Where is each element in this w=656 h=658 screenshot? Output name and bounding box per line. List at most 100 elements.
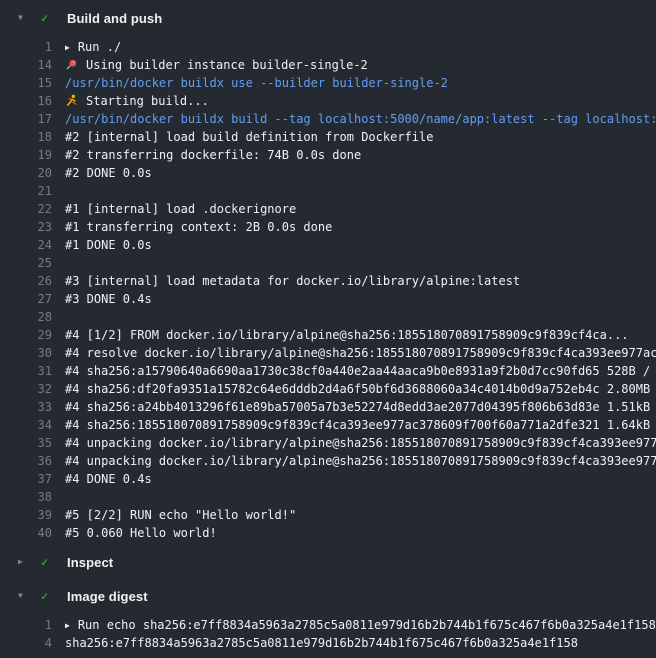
workflow-log-viewer: ▼ ✓ Build and push 1 ▶Run ./ 14 Using bu…: [0, 0, 656, 658]
line-text: #5 0.060 Hello world!: [65, 524, 656, 542]
line-text: #4 sha256:185518070891758909c9f839cf4ca3…: [65, 416, 656, 434]
line-number[interactable]: 19: [0, 146, 52, 164]
line-text-content: Starting build...: [86, 94, 209, 108]
line-text-content: #4 sha256:df20fa9351a15782c64e6dddb2d4a6…: [65, 382, 656, 396]
log-line: 40 #5 0.060 Hello world!: [0, 524, 656, 542]
line-number[interactable]: 1: [0, 38, 52, 56]
line-number[interactable]: 22: [0, 200, 52, 218]
line-number[interactable]: 34: [0, 416, 52, 434]
log-line: 21: [0, 182, 656, 200]
line-number[interactable]: 16: [0, 92, 52, 110]
line-text: #5 [2/2] RUN echo "Hello world!": [65, 506, 656, 524]
log-line: 27 #3 DONE 0.4s: [0, 290, 656, 308]
log-line: 23 #1 transferring context: 2B 0.0s done: [0, 218, 656, 236]
line-text-content: Run ./: [78, 40, 121, 54]
line-number[interactable]: 37: [0, 470, 52, 488]
chevron-icon[interactable]: ▶: [18, 558, 31, 566]
line-number[interactable]: 28: [0, 308, 52, 326]
line-text-content: #1 [internal] load .dockerignore: [65, 202, 296, 216]
section-header[interactable]: ▼ ✓ Image digest: [0, 582, 656, 610]
line-number[interactable]: 1: [0, 616, 52, 634]
line-text: #3 DONE 0.4s: [65, 290, 656, 308]
log-line: 39 #5 [2/2] RUN echo "Hello world!": [0, 506, 656, 524]
line-text-content: #4 unpacking docker.io/library/alpine@sh…: [65, 454, 656, 468]
line-number[interactable]: 4: [0, 634, 52, 652]
log-line: 32 #4 sha256:df20fa9351a15782c64e6dddb2d…: [0, 380, 656, 398]
line-number[interactable]: 39: [0, 506, 52, 524]
line-text: #3 [internal] load metadata for docker.i…: [65, 272, 656, 290]
line-text: sha256:e7ff8834a5963a2785c5a0811e979d16b…: [65, 634, 656, 652]
log-line: 37 #4 DONE 0.4s: [0, 470, 656, 488]
log-line: 25: [0, 254, 656, 272]
line-text: #2 DONE 0.0s: [65, 164, 656, 182]
line-text: #1 transferring context: 2B 0.0s done: [65, 218, 656, 236]
line-number[interactable]: 31: [0, 362, 52, 380]
line-text: #4 [1/2] FROM docker.io/library/alpine@s…: [65, 326, 656, 344]
line-number[interactable]: 27: [0, 290, 52, 308]
log-line: 1 ▶ Run ./: [0, 38, 656, 56]
line-text-content: #4 DONE 0.4s: [65, 472, 152, 486]
run-group-arrow-icon[interactable]: ▶: [65, 617, 70, 634]
line-text-content: /usr/bin/docker buildx build --tag local…: [65, 112, 656, 126]
log-section: ▶ ✓ Inspect: [0, 548, 656, 576]
line-text-content: Using builder instance builder-single-2: [86, 58, 368, 72]
line-number[interactable]: 24: [0, 236, 52, 254]
log-line: 29 #4 [1/2] FROM docker.io/library/alpin…: [0, 326, 656, 344]
line-number[interactable]: 32: [0, 380, 52, 398]
line-text-content: #1 transferring context: 2B 0.0s done: [65, 220, 332, 234]
log-line: 17 /usr/bin/docker buildx build --tag lo…: [0, 110, 656, 128]
log-section: ▼ ✓ Build and push 1 ▶ Run ./ 14 Using bu…: [0, 4, 656, 542]
log-line: 38: [0, 488, 656, 506]
line-text-content: Run echo sha256:e7ff8834a5963a2785c5a081…: [78, 618, 656, 632]
line-text-content: #2 DONE 0.0s: [65, 166, 152, 180]
line-number[interactable]: 26: [0, 272, 52, 290]
line-number[interactable]: 40: [0, 524, 52, 542]
line-number[interactable]: 18: [0, 128, 52, 146]
line-text: ▶ Run ./: [65, 38, 656, 56]
run-group-arrow-icon[interactable]: ▶: [65, 39, 70, 56]
log-line: 4 sha256:e7ff8834a5963a2785c5a0811e979d1…: [0, 634, 656, 652]
line-number[interactable]: 29: [0, 326, 52, 344]
section-header[interactable]: ▶ ✓ Inspect: [0, 548, 656, 576]
line-text: #4 resolve docker.io/library/alpine@sha2…: [65, 344, 656, 362]
line-text: #4 DONE 0.4s: [65, 470, 656, 488]
log-line: 31 #4 sha256:a15790640a6690aa1730c38cf0a…: [0, 362, 656, 380]
runner-icon: [65, 94, 79, 107]
line-number[interactable]: 23: [0, 218, 52, 236]
log-line: 18 #2 [internal] load build definition f…: [0, 128, 656, 146]
line-number[interactable]: 17: [0, 110, 52, 128]
line-number[interactable]: 35: [0, 434, 52, 452]
line-text: [65, 182, 656, 200]
line-number[interactable]: 20: [0, 164, 52, 182]
line-text: Using builder instance builder-single-2: [65, 56, 656, 74]
log-line: 14 Using builder instance builder-single…: [0, 56, 656, 74]
line-number[interactable]: 38: [0, 488, 52, 506]
line-text: #4 sha256:a15790640a6690aa1730c38cf0a440…: [65, 362, 656, 380]
section-header[interactable]: ▼ ✓ Build and push: [0, 4, 656, 32]
line-text-content: /usr/bin/docker buildx use --builder bui…: [65, 76, 448, 90]
line-text: [65, 308, 656, 326]
line-number[interactable]: 14: [0, 56, 52, 74]
log-line: 19 #2 transferring dockerfile: 74B 0.0s …: [0, 146, 656, 164]
section-body: 1 ▶ Run ./ 14 Using builder instance buil…: [0, 38, 656, 542]
line-number[interactable]: 30: [0, 344, 52, 362]
section-body: 1 ▶ Run echo sha256:e7ff8834a5963a2785c5a…: [0, 616, 656, 652]
line-number[interactable]: 21: [0, 182, 52, 200]
line-text-content: #4 sha256:185518070891758909c9f839cf4ca3…: [65, 418, 656, 432]
line-text: #2 transferring dockerfile: 74B 0.0s don…: [65, 146, 656, 164]
line-text-content: #4 [1/2] FROM docker.io/library/alpine@s…: [65, 328, 629, 342]
log-section: ▼ ✓ Image digest 1 ▶ Run echo sha256:e7ff…: [0, 582, 656, 652]
line-number[interactable]: 25: [0, 254, 52, 272]
line-text: Starting build...: [65, 92, 656, 110]
chevron-icon[interactable]: ▼: [18, 14, 31, 22]
line-text-content: #1 DONE 0.0s: [65, 238, 152, 252]
log-line: 36 #4 unpacking docker.io/library/alpine…: [0, 452, 656, 470]
line-text: #4 sha256:a24bb4013296f61e89ba57005a7b3e…: [65, 398, 656, 416]
log-line: 35 #4 unpacking docker.io/library/alpine…: [0, 434, 656, 452]
chevron-icon[interactable]: ▼: [18, 592, 31, 600]
line-number[interactable]: 36: [0, 452, 52, 470]
log-line: 15 /usr/bin/docker buildx use --builder …: [0, 74, 656, 92]
log-line: 28: [0, 308, 656, 326]
line-number[interactable]: 33: [0, 398, 52, 416]
line-number[interactable]: 15: [0, 74, 52, 92]
